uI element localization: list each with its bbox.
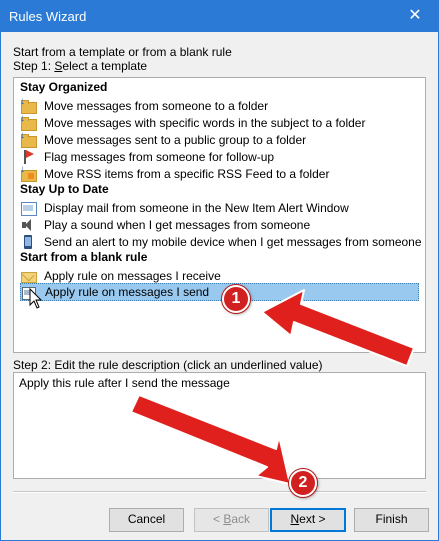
flag-icon: [20, 149, 36, 165]
group-stay-organized: Stay Organized: [20, 80, 108, 94]
rss-folder-icon: ↓: [20, 164, 37, 182]
list-item-apply-receive[interactable]: Apply rule on messages I receive: [20, 267, 419, 284]
annotation-badge-1: 1: [222, 285, 250, 313]
rules-wizard-window: Rules Wizard ✕ Start from a template or …: [0, 0, 439, 541]
mobile-phone-icon: [20, 234, 36, 250]
step2-label: Step 2: Edit the rule description (click…: [13, 358, 323, 372]
list-item-label: Move messages sent to a public group to …: [44, 132, 307, 147]
envelope-icon: [20, 268, 37, 284]
speaker-icon: [20, 217, 36, 233]
template-list[interactable]: Stay Organized ↓ Move messages from some…: [13, 77, 426, 353]
list-item-flag-followup[interactable]: Flag messages from someone for follow-up: [20, 148, 419, 165]
list-item-move-rss[interactable]: ↓ Move RSS items from a specific RSS Fee…: [20, 164, 419, 182]
mail-window-icon: [20, 200, 37, 216]
list-item-label: Move messages from someone to a folder: [44, 98, 269, 113]
back-button[interactable]: < Back: [194, 508, 269, 532]
list-item-label: Move messages with specific words in the…: [44, 115, 366, 130]
list-item-label: Apply rule on messages I send: [45, 285, 210, 299]
list-item-alert-window[interactable]: Display mail from someone in the New Ite…: [20, 199, 419, 216]
finish-button[interactable]: Finish: [354, 508, 429, 532]
list-item-apply-send[interactable]: Apply rule on messages I send: [20, 283, 419, 301]
rule-description-text: Apply this rule after I send the message: [19, 376, 230, 390]
mouse-cursor-icon: [29, 287, 43, 309]
rule-description-box[interactable]: Apply this rule after I send the message: [13, 372, 426, 479]
list-item-move-public-group[interactable]: ↓ Move messages sent to a public group t…: [20, 130, 419, 148]
list-item-label: Apply rule on messages I receive: [44, 268, 221, 283]
list-item-label: Move RSS items from a specific RSS Feed …: [44, 166, 330, 181]
cancel-button[interactable]: Cancel: [109, 508, 184, 532]
list-item-label: Play a sound when I get messages from so…: [44, 217, 311, 232]
group-stay-up-to-date: Stay Up to Date: [20, 182, 109, 196]
move-folder-icon: ↓: [20, 130, 37, 148]
annotation-badge-2: 2: [289, 469, 317, 497]
dialog-body: Start from a template or from a blank ru…: [1, 32, 438, 540]
group-blank-rule: Start from a blank rule: [20, 250, 148, 264]
close-icon[interactable]: ✕: [392, 1, 438, 32]
list-item-label: Send an alert to my mobile device when I…: [44, 234, 422, 249]
divider: [13, 491, 426, 493]
window-title: Rules Wizard: [9, 9, 87, 24]
step1-label: Step 1: Select a template: [13, 59, 148, 73]
move-folder-icon: ↓: [20, 113, 37, 131]
list-item-label: Display mail from someone in the New Ite…: [44, 200, 349, 215]
list-item-label: Flag messages from someone for follow-up: [44, 149, 275, 164]
next-button[interactable]: Next >: [270, 508, 346, 532]
title-bar[interactable]: Rules Wizard ✕: [1, 1, 438, 32]
list-item-move-specific-words[interactable]: ↓ Move messages with specific words in t…: [20, 113, 419, 131]
move-folder-icon: ↓: [20, 96, 37, 114]
list-item-mobile-alert[interactable]: Send an alert to my mobile device when I…: [20, 233, 422, 250]
list-item-play-sound[interactable]: Play a sound when I get messages from so…: [20, 216, 419, 233]
list-item-move-from-someone[interactable]: ↓ Move messages from someone to a folder: [20, 96, 419, 114]
intro-text: Start from a template or from a blank ru…: [13, 45, 232, 59]
